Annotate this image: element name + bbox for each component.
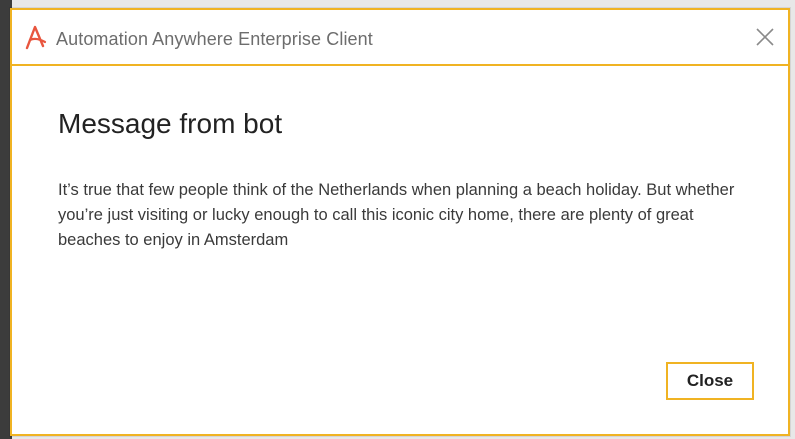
dialog-content: Message from bot It’s true that few peop… bbox=[12, 66, 788, 434]
close-button[interactable]: Close bbox=[666, 362, 754, 400]
dialog-titlebar: Automation Anywhere Enterprise Client bbox=[12, 10, 788, 66]
close-icon[interactable] bbox=[752, 24, 778, 50]
message-dialog: Automation Anywhere Enterprise Client Me… bbox=[10, 8, 790, 436]
automation-anywhere-logo-icon bbox=[24, 24, 48, 50]
window-title: Automation Anywhere Enterprise Client bbox=[56, 29, 373, 49]
message-body: It’s true that few people think of the N… bbox=[58, 181, 735, 249]
message-heading: Message from bot bbox=[58, 108, 283, 139]
